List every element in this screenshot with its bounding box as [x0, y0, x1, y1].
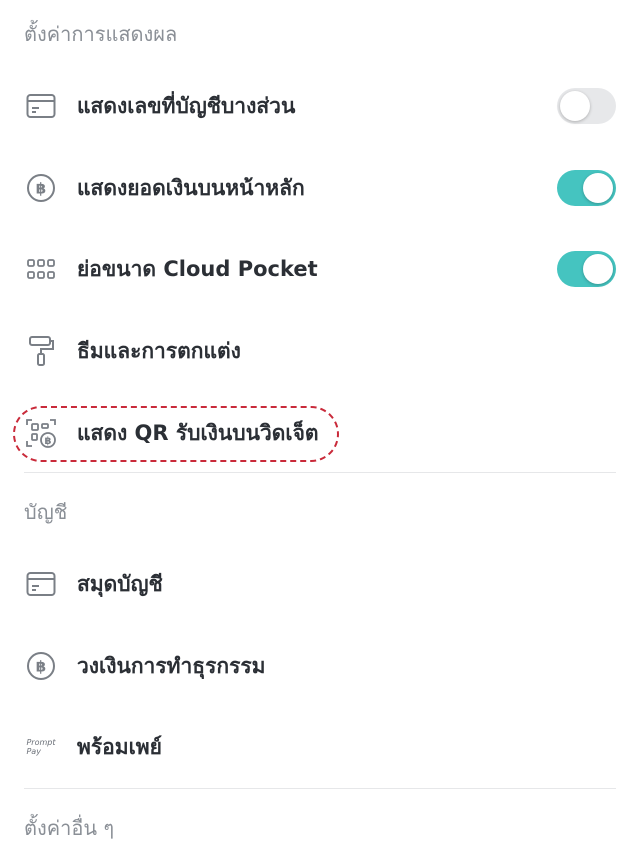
row-label: วงเงินการทำธุรกรรม	[77, 653, 266, 678]
highlight-annotation	[13, 406, 339, 462]
promptpay-logo-text: Pay	[26, 747, 41, 756]
divider	[24, 472, 616, 473]
row-label: ธีมและการตกแต่ง	[77, 338, 241, 363]
svg-text:฿: ฿	[36, 658, 46, 676]
toggle-show-balance-home[interactable]	[557, 170, 616, 206]
svg-text:฿: ฿	[36, 180, 46, 198]
row-label: แสดงเลขที่บัญชีบางส่วน	[77, 93, 296, 118]
row-theme-decoration[interactable]: ธีมและการตกแต่ง	[0, 321, 640, 381]
row-label: แสดงยอดเงินบนหน้าหลัก	[77, 175, 305, 200]
card-icon	[24, 567, 58, 601]
section-header-account: บัญชี	[24, 500, 68, 524]
row-show-partial-account[interactable]: แสดงเลขที่บัญชีบางส่วน	[0, 76, 640, 136]
toggle-show-partial-account[interactable]	[557, 88, 616, 124]
toggle-knob	[583, 254, 613, 284]
section-header-other: ตั้งค่าอื่น ๆ	[24, 816, 115, 840]
promptpay-logo: Prompt Pay	[24, 730, 58, 764]
section-header-display: ตั้งค่าการแสดงผล	[24, 22, 178, 46]
row-label: สมุดบัญชี	[77, 571, 163, 596]
row-promptpay[interactable]: Prompt Pay พร้อมเพย์	[0, 717, 640, 777]
baht-circle-icon: ฿	[24, 649, 58, 683]
row-shrink-cloud-pocket[interactable]: ย่อขนาด Cloud Pocket	[0, 239, 640, 299]
paint-roller-icon	[24, 334, 58, 368]
row-passbook[interactable]: สมุดบัญชี	[0, 554, 640, 614]
grid-dots-icon	[24, 252, 58, 286]
row-label: ย่อขนาด Cloud Pocket	[77, 256, 318, 281]
divider	[24, 788, 616, 789]
toggle-knob	[560, 91, 590, 121]
promptpay-logo-text: Prompt	[26, 738, 56, 747]
baht-circle-icon: ฿	[24, 171, 58, 205]
toggle-knob	[583, 173, 613, 203]
row-show-balance-home[interactable]: ฿ แสดงยอดเงินบนหน้าหลัก	[0, 158, 640, 218]
row-transaction-limit[interactable]: ฿ วงเงินการทำธุรกรรม	[0, 636, 640, 696]
card-icon	[24, 89, 58, 123]
row-label: พร้อมเพย์	[77, 734, 162, 759]
toggle-shrink-cloud-pocket[interactable]	[557, 251, 616, 287]
